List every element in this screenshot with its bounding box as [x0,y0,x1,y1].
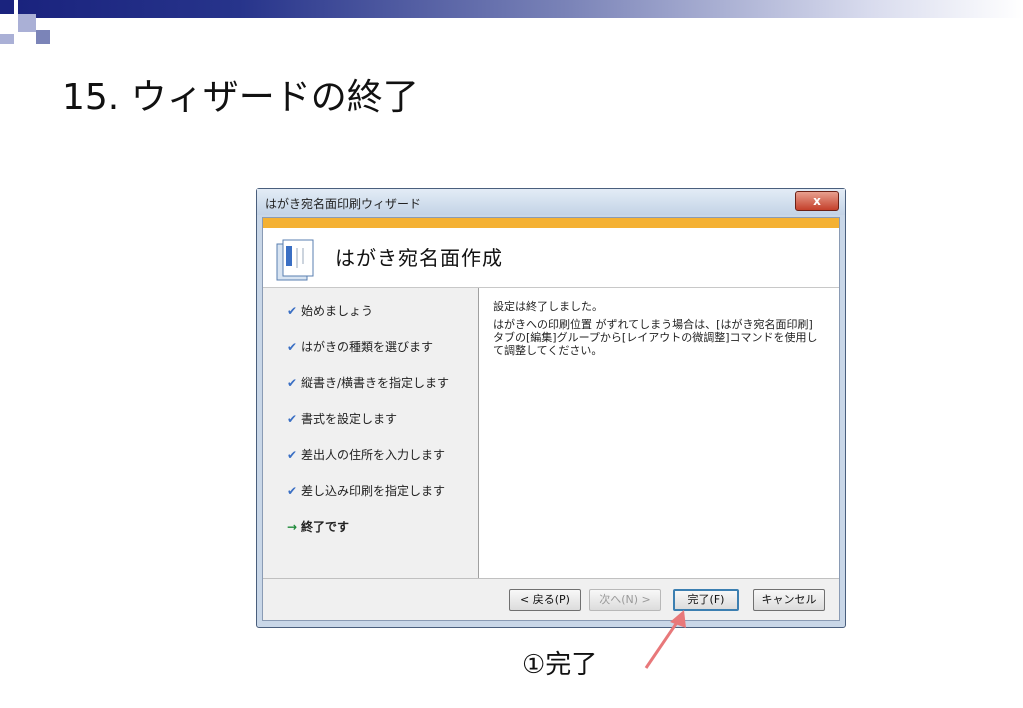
step-item: ✔ 差し込み印刷を指定します [287,482,445,498]
window-titlebar[interactable]: はがき宛名面印刷ウィザード x [257,189,845,215]
adjustment-hint: はがきへの印刷位置 がずれてしまう場合は、[はがき宛名面印刷]タブの[編集]グル… [493,318,818,357]
check-icon: ✔ [287,448,298,462]
step-item: ✔ 書式を設定します [287,410,397,426]
check-icon: ✔ [287,484,298,498]
step-item-current: → 終了です [287,518,349,534]
check-icon: ✔ [287,304,298,318]
step-label: 書式を設定します [301,412,398,426]
window-title: はがき宛名面印刷ウィザード [265,197,422,211]
pointer-arrow-icon [644,610,686,669]
step-item: ✔ 縦書き/横書きを指定します [287,374,449,390]
step-item: ✔ はがきの種類を選びます [287,338,433,354]
finish-annotation: ①完了 [522,650,598,680]
check-icon: ✔ [287,376,298,390]
arrow-right-icon: → [287,520,298,534]
back-button[interactable]: < 戻る(P) [509,589,581,611]
postcard-icon [276,239,314,281]
slide-title: 15. ウィザードの終了 [62,77,419,118]
decorative-square [0,0,14,14]
wizard-footer: < 戻る(P) 次へ(N) > 完了(F) キャンセル [263,578,839,620]
decorative-square [18,14,36,32]
step-label: 差し込み印刷を指定します [301,484,446,498]
decorative-square [0,34,14,44]
completion-message: 設定は終了しました。 [493,300,603,313]
cancel-button[interactable]: キャンセル [753,589,825,611]
wizard-content-pane: 設定は終了しました。 はがきへの印刷位置 がずれてしまう場合は、[はがき宛名面印… [479,288,839,578]
wizard-client-area: はがき宛名面作成 ✔ 始めましょう ✔ はがきの種類を選びます ✔ 縦書き/横書きを指… [262,217,840,621]
wizard-header: はがき宛名面作成 [263,218,839,288]
check-icon: ✔ [287,340,298,354]
decorative-square [36,30,50,44]
step-item: ✔ 差出人の住所を入力します [287,446,445,462]
step-label: はがきの種類を選びます [301,340,434,354]
step-label: 終了です [301,520,350,534]
step-label: 差出人の住所を入力します [301,448,446,462]
wizard-header-title: はがき宛名面作成 [335,246,503,270]
step-label: 始めましょう [301,304,374,318]
wizard-dialog: はがき宛名面印刷ウィザード x はがき宛名面作成 ✔ 始めましょう ✔ はがきの種類… [256,188,846,628]
wizard-steps-pane: ✔ 始めましょう ✔ はがきの種類を選びます ✔ 縦書き/横書きを指定します ✔ 書式を… [263,288,479,578]
close-button[interactable]: x [795,191,839,211]
step-item: ✔ 始めましょう [287,302,373,318]
decorative-title-bar [18,0,1023,18]
check-icon: ✔ [287,412,298,426]
step-label: 縦書き/横書きを指定します [301,376,450,390]
